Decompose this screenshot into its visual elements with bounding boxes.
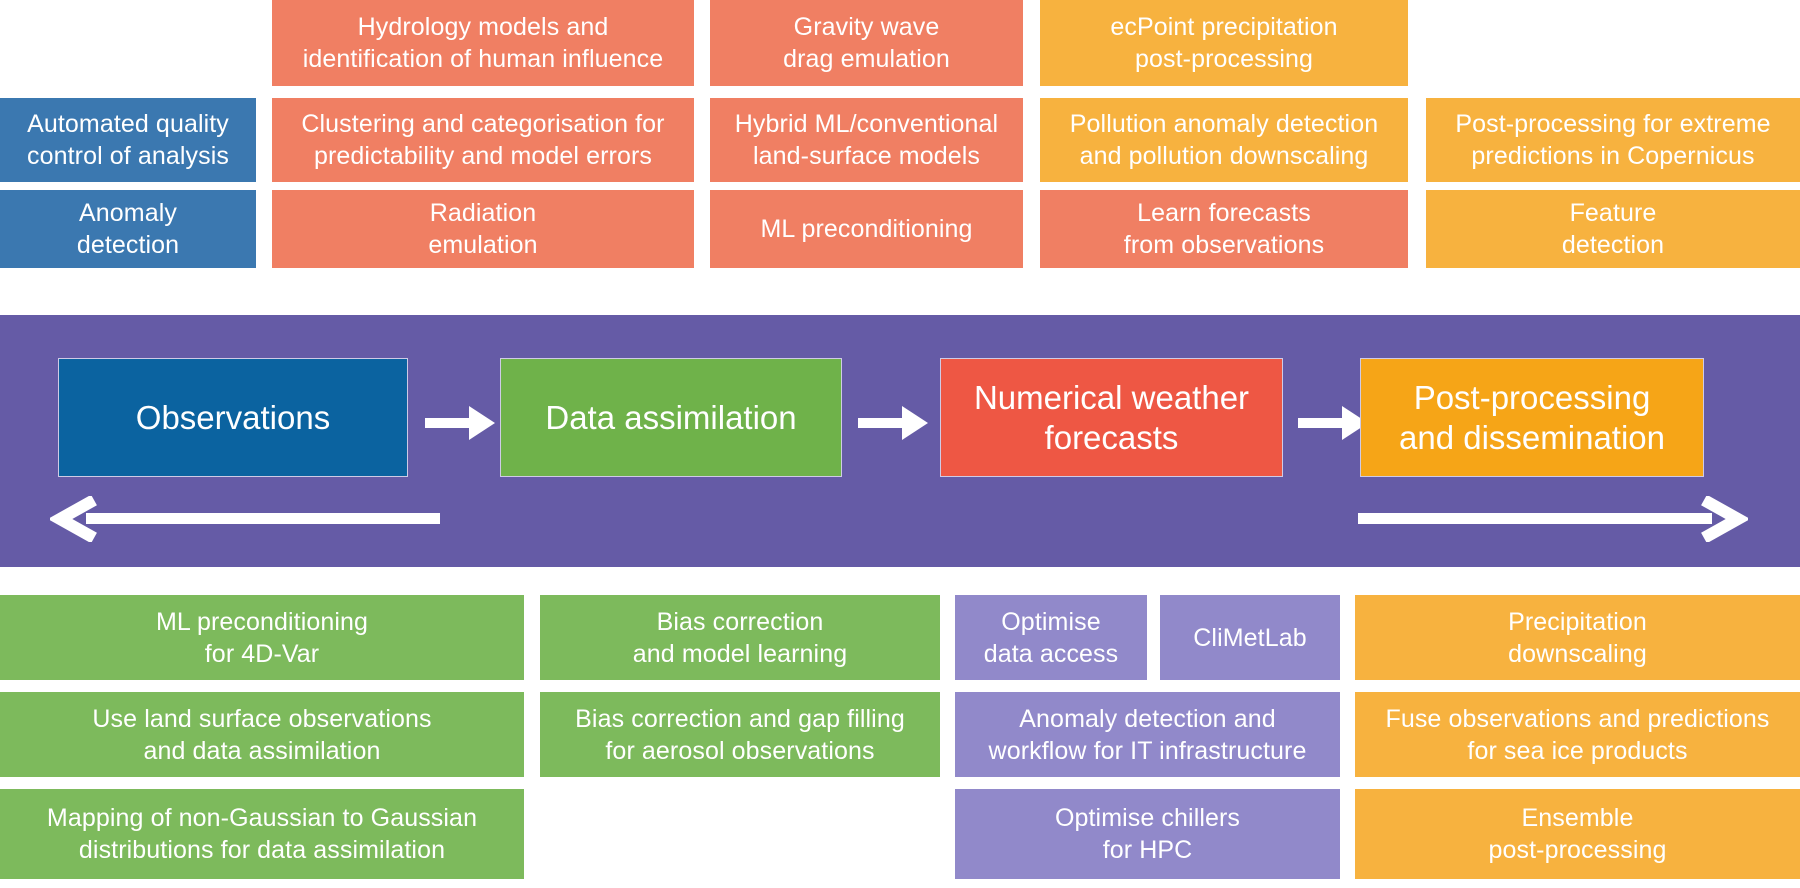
top-row2-card-clustering-and-categorisation[interactable]: Clustering and categorisation for predic… (272, 98, 694, 182)
arrow-right-icon-2 (858, 403, 930, 443)
top-row2-card-post-processing-extreme-copernicus[interactable]: Post-processing for extreme predictions … (1426, 98, 1800, 182)
diagram-canvas: Hydrology models and identification of h… (0, 0, 1800, 888)
flow-step-observations[interactable]: Observations (58, 358, 408, 477)
top-row1-card-gravity-wave-drag-emulation[interactable]: Gravity wave drag emulation (710, 0, 1023, 86)
bottom-row1-card-climetlab[interactable]: CliMetLab (1160, 595, 1340, 680)
bottom-row3-card-mapping-non-gaussian[interactable]: Mapping of non-Gaussian to Gaussian dist… (0, 789, 524, 879)
bottom-row1-card-ml-preconditioning-4dvar[interactable]: ML preconditioning for 4D-Var (0, 595, 524, 680)
top-row2-card-hybrid-ml-land-surface-models[interactable]: Hybrid ML/conventional land-surface mode… (710, 98, 1023, 182)
bottom-row2-card-anomaly-detection-it-infrastructure[interactable]: Anomaly detection and workflow for IT in… (955, 692, 1340, 777)
top-row3-card-ml-preconditioning[interactable]: ML preconditioning (710, 190, 1023, 268)
long-arrow-right-icon (1358, 496, 1748, 542)
arrow-right-icon-1 (425, 403, 497, 443)
flow-step-data-assimilation[interactable]: Data assimilation (500, 358, 842, 477)
bottom-row1-card-optimise-data-access[interactable]: Optimise data access (955, 595, 1147, 680)
top-row3-card-anomaly-detection[interactable]: Anomaly detection (0, 190, 256, 268)
top-row1-card-ecpoint-precipitation[interactable]: ecPoint precipitation post-processing (1040, 0, 1408, 86)
long-arrow-left-icon (50, 496, 440, 542)
top-row3-card-radiation-emulation[interactable]: Radiation emulation (272, 190, 694, 268)
top-row3-card-feature-detection[interactable]: Feature detection (1426, 190, 1800, 268)
bottom-row2-card-fuse-observations-sea-ice[interactable]: Fuse observations and predictions for se… (1355, 692, 1800, 777)
top-row2-card-automated-quality-control[interactable]: Automated quality control of analysis (0, 98, 256, 182)
bottom-row2-card-land-surface-observations[interactable]: Use land surface observations and data a… (0, 692, 524, 777)
bottom-row1-card-bias-correction-model-learning[interactable]: Bias correction and model learning (540, 595, 940, 680)
top-row2-card-pollution-anomaly-detection[interactable]: Pollution anomaly detection and pollutio… (1040, 98, 1408, 182)
bottom-row3-card-ensemble-post-processing[interactable]: Ensemble post-processing (1355, 789, 1800, 879)
top-row1-card-hydrology-models[interactable]: Hydrology models and identification of h… (272, 0, 694, 86)
bottom-row1-card-precipitation-downscaling[interactable]: Precipitation downscaling (1355, 595, 1800, 680)
flow-step-post-processing-and-dissemination[interactable]: Post-processing and dissemination (1360, 358, 1704, 477)
bottom-row3-card-optimise-chillers-hpc[interactable]: Optimise chillers for HPC (955, 789, 1340, 879)
bottom-row2-card-bias-correction-gap-filling[interactable]: Bias correction and gap filling for aero… (540, 692, 940, 777)
workflow-band: Observations Data assimilation Numerical… (0, 315, 1800, 844)
flow-step-numerical-weather-forecasts[interactable]: Numerical weather forecasts (940, 358, 1283, 477)
top-row3-card-learn-forecasts-from-observations[interactable]: Learn forecasts from observations (1040, 190, 1408, 268)
